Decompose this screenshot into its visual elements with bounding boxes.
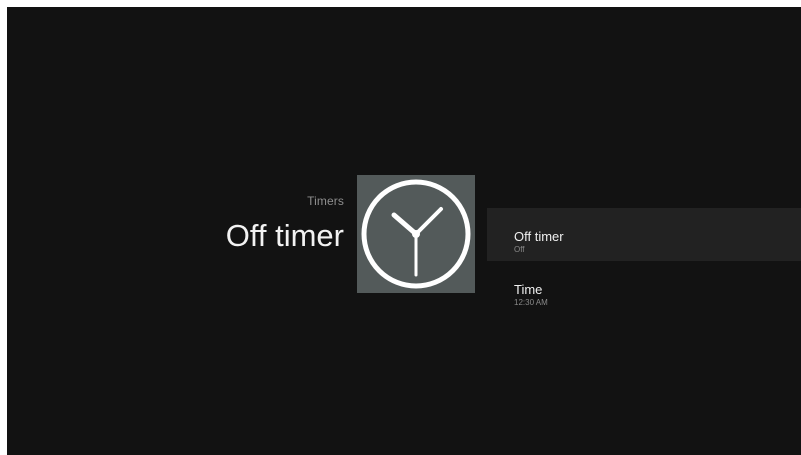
menu-item-label: Time: [514, 282, 543, 297]
page-title: Off timer: [225, 218, 344, 253]
menu-item-time[interactable]: Time 12:30 AM: [487, 261, 801, 314]
page-header: Timers Off timer: [226, 193, 344, 255]
clock-tile: [357, 175, 475, 293]
category-label: Timers: [307, 194, 344, 208]
menu-item-label: Off timer: [514, 229, 564, 244]
settings-menu: Off timer Off Time 12:30 AM: [487, 208, 801, 314]
clock-icon: [361, 179, 471, 289]
menu-item-value: 12:30 AM: [514, 298, 548, 307]
menu-item-value: Off: [514, 245, 525, 254]
menu-item-off-timer[interactable]: Off timer Off: [487, 208, 801, 261]
tv-settings-screen: Timers Off timer Off timer Off Time 12:3…: [7, 7, 801, 455]
